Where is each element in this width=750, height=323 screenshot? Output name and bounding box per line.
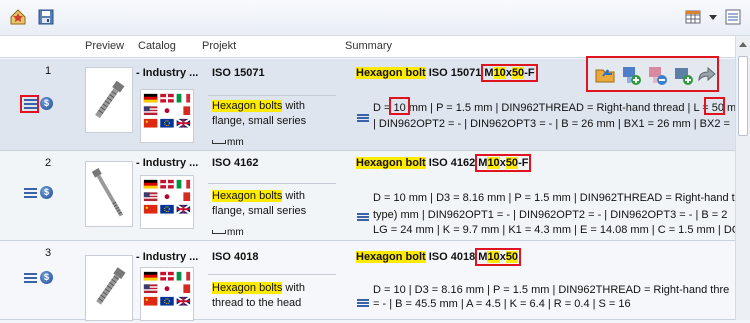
add-part-icon[interactable] [620,64,642,86]
export-icon[interactable] [696,64,718,86]
summary-line: D = 10 mm | P = 1.5 mm | DIN962THREAD = … [373,102,735,114]
part-preview[interactable] [85,161,133,227]
catalog-flags [140,267,194,321]
part-description: Hexagon bolts with flange, small series [212,190,307,217]
remove-part-icon[interactable] [646,64,668,86]
summary-title: Hexagon bolt ISO 15071 M10x50-F [356,64,538,82]
scroll-up-icon[interactable] [739,42,747,47]
summary-line: = - | B = 45.5 mm | A = 4.5 | K = 6.4 | … [373,298,631,310]
marked-size: M10x50 [475,248,522,266]
project-name: ISO 4162 [212,157,259,169]
summary-line: | DIN962OPT2 = - | DIN962OPT3 = - | B = … [373,118,730,130]
toolbar [0,0,750,36]
divider [208,183,336,184]
column-summary[interactable]: Summary [345,40,392,52]
part-description: Hexagon bolts with thread to the head [212,282,305,309]
divider [208,95,336,96]
home-star-icon[interactable] [8,7,28,27]
unit-label: mm [212,137,244,148]
summary-title: Hexagon bolt ISO 4018 M10x50 [356,248,522,266]
marked-size: M10x50-F [481,64,538,82]
unit-label: mm [212,227,244,238]
save-icon[interactable] [36,7,56,27]
action-toolbar [586,56,719,92]
column-catalog[interactable]: Catalog [138,40,176,52]
summary-line: D = 10 mm | D3 = 8.16 mm | P = 1.5 mm | … [373,192,735,204]
row-number: 2 [45,157,52,169]
catalog-flags [140,175,194,229]
column-preview[interactable]: Preview [85,40,124,52]
open-folder-icon[interactable] [594,64,616,86]
summary-menu-icon[interactable] [357,213,369,222]
ruler-icon [212,140,226,145]
price-icon[interactable]: $ [40,271,53,284]
vertical-scrollbar[interactable] [735,36,750,320]
marker-box [704,97,725,115]
price-icon[interactable]: $ [40,186,53,199]
part-description: Hexagon bolts with flange, small series [212,100,307,127]
row-number: 1 [45,65,52,77]
summary-line: LG = 24 mm | K = 9.7 mm | K1 = 4.3 mm | … [373,224,735,236]
column-project[interactable]: Projekt [202,40,236,52]
summary-menu-icon[interactable] [357,114,369,123]
table-row[interactable]: 3 $ - Industry ... ISO 4018 Hexagon bolt… [0,241,735,321]
menu-icon[interactable] [24,99,37,109]
marker-box [389,97,410,115]
table-row[interactable]: 2 $ - Industry ... ISO 4162 Hexagon bolt… [0,151,735,241]
catalog-name: - Industry ... [136,251,199,263]
summary-line: type) mm | DIN962OPT1 = - | DIN962OPT2 =… [373,209,728,221]
summary-line: D = 10 | D3 = 8.16 mm | P = 1.5 mm | DIN… [373,284,730,296]
menu-icon[interactable] [24,188,37,198]
catalog-name: - Industry ... [136,67,199,79]
add-to-cart-icon[interactable] [672,64,694,86]
summary-title: Hexagon bolt ISO 4162 M10x50-F [356,154,532,172]
catalog-name: - Industry ... [136,157,199,169]
row-number: 3 [45,247,52,259]
price-icon[interactable]: $ [40,97,53,110]
column-header: Preview Catalog Projekt Summary [0,36,735,58]
divider [208,274,336,275]
details-view-icon[interactable] [723,7,743,27]
catalog-flags [140,89,194,143]
part-preview[interactable] [85,67,133,133]
dropdown-icon[interactable] [703,7,717,27]
menu-icon[interactable] [24,273,37,283]
project-name: ISO 4018 [212,251,259,263]
ruler-icon [212,230,226,235]
part-preview[interactable] [85,255,133,321]
summary-menu-icon[interactable] [357,299,369,308]
scroll-thumb[interactable] [738,56,748,136]
project-name: ISO 15071 [212,67,265,79]
marked-size: M10x50-F [475,154,532,172]
view-grid-icon[interactable] [683,7,703,27]
